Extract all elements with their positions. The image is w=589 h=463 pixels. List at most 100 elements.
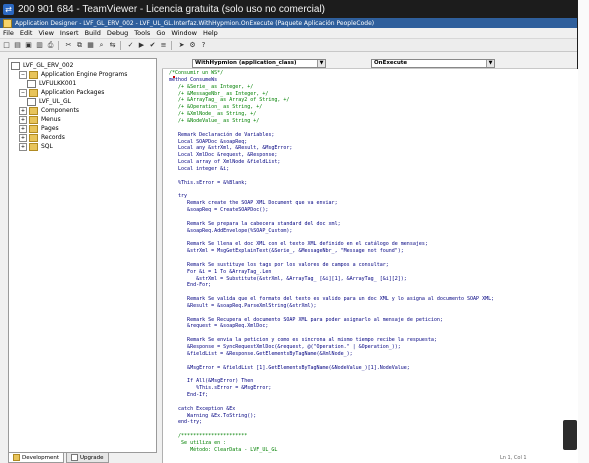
code-line: Local any &strXml, &Result, &MsgError;: [169, 145, 293, 152]
code-line: Remark Declaración de Variables;: [169, 131, 275, 138]
collapse-icon[interactable]: −: [19, 70, 27, 79]
collapse-icon[interactable]: −: [19, 88, 27, 97]
folder-icon: [29, 133, 38, 142]
menu-view[interactable]: View: [35, 29, 56, 37]
menu-window[interactable]: Window: [168, 29, 200, 37]
tree-item-label: Records: [41, 134, 65, 141]
code-line: End-If;: [169, 391, 209, 398]
code-line: Remark Se prepara la cabecera standard d…: [169, 220, 341, 227]
menu-tools[interactable]: Tools: [131, 29, 153, 37]
tree-item[interactable]: + Pages: [19, 124, 59, 133]
menu-file[interactable]: File: [0, 29, 17, 37]
expand-icon[interactable]: +: [19, 106, 27, 115]
folder-icon: [29, 70, 38, 79]
object-combo-value: WithHypmion (application_class): [195, 59, 297, 66]
tree-item[interactable]: LVFULKK001: [27, 79, 76, 88]
tree-item[interactable]: + Components: [19, 106, 79, 115]
tab-upgrade[interactable]: Upgrade: [66, 453, 109, 463]
code-line: Remark Se envia la peticion y como es si…: [169, 337, 437, 344]
code-line: For &i = 1 To &ArrayTag_.Len: [169, 268, 272, 275]
open-icon[interactable]: ▤: [13, 41, 22, 50]
event-combo[interactable]: OnExecute ▼: [371, 58, 495, 68]
chevron-down-icon[interactable]: ▼: [317, 59, 325, 67]
expand-icon[interactable]: +: [19, 115, 27, 124]
debug-icon[interactable]: ⚙: [188, 41, 197, 50]
menu-debug[interactable]: Debug: [104, 29, 131, 37]
new-icon[interactable]: □: [2, 41, 11, 50]
menu-bar: File Edit View Insert Build Debug Tools Go Windo…: [0, 28, 577, 39]
tree-item-label: Application Engine Programs: [41, 71, 128, 78]
validate-icon[interactable]: ✓: [126, 41, 135, 50]
tree-item-label: Menus: [41, 116, 61, 123]
development-icon: [13, 454, 20, 461]
code-line: try: [169, 193, 188, 200]
copy-icon[interactable]: ⧉: [75, 41, 84, 50]
teamviewer-icon: ⇄: [3, 3, 14, 15]
compare-icon[interactable]: ≡: [159, 41, 168, 50]
code-line: &fieldList = &Response.GetElementsByTagN…: [169, 350, 353, 357]
code-line: Remark Se llena el doc XML con el texto …: [169, 241, 428, 248]
cut-icon[interactable]: ✂: [64, 41, 73, 50]
window-title: Application Designer - LVF_GL_ERV_002 - …: [15, 19, 375, 27]
help-icon[interactable]: ?: [199, 41, 208, 50]
menu-insert[interactable]: Insert: [57, 29, 82, 37]
tree-item[interactable]: LVF_GL_ERV_002: [11, 61, 73, 70]
tab-label: Development: [22, 454, 60, 461]
tree-item[interactable]: + SQL: [19, 142, 53, 151]
code-line: &soapReq = CreateSOAPDoc();: [169, 207, 269, 213]
tree-item[interactable]: LVF_UL_GL: [27, 97, 71, 106]
code-line: Remark Se sustituye los tags por los val…: [169, 261, 389, 268]
expand-icon[interactable]: +: [19, 142, 27, 151]
tree-item-label: LVF_UL_GL: [39, 98, 71, 105]
application-designer-icon: [3, 18, 12, 28]
find-icon[interactable]: ⌕: [97, 41, 106, 50]
desktop-edge: [578, 0, 589, 463]
remote-control-panel-handle[interactable]: [563, 420, 577, 450]
event-combo-value: OnExecute: [374, 59, 408, 66]
code-line: &MsgError = &fieldList [1].GetElementsBy…: [169, 364, 410, 371]
menu-help[interactable]: Help: [200, 29, 221, 37]
code-line: Se utiliza en :: [169, 439, 227, 446]
folder-icon: [29, 106, 38, 115]
upgrade-icon: [71, 454, 79, 461]
toolbar-separator: [58, 40, 59, 50]
chevron-down-icon[interactable]: ▼: [486, 59, 494, 67]
code-line: Local integer &i;: [169, 165, 230, 172]
window-title-bar: Application Designer - LVF_GL_ERV_002 - …: [0, 18, 577, 28]
document-icon: [27, 97, 36, 106]
folder-icon: [29, 115, 38, 124]
menu-build[interactable]: Build: [82, 29, 104, 37]
expand-icon[interactable]: +: [19, 133, 27, 142]
project-tree[interactable]: LVF_GL_ERV_002− Application Engine Progra…: [8, 58, 157, 453]
code-line: end-try;: [169, 419, 203, 426]
run-icon[interactable]: ➤: [177, 41, 186, 50]
menu-go[interactable]: Go: [153, 29, 168, 37]
tree-item-label: Pages: [41, 125, 59, 132]
tree-item-label: LVFULKK001: [39, 80, 77, 87]
menu-edit[interactable]: Edit: [17, 29, 36, 37]
tree-item[interactable]: − Application Packages: [19, 88, 104, 97]
object-combo[interactable]: WithHypmion (application_class) ▼: [192, 58, 326, 68]
replace-icon[interactable]: ⇆: [108, 41, 117, 50]
code-editor[interactable]: /*Consumir un WS*/method ConsumeWs /+ &S…: [162, 69, 578, 463]
paste-icon[interactable]: ▦: [86, 41, 95, 50]
code-line: &soapReq.AddEnvelope(%SOAP_Custom);: [169, 227, 293, 234]
code-line: catch Exception &Ex: [169, 405, 236, 412]
code-line: &strXml = Substitute(&strXml, &ArrayTag_…: [169, 275, 407, 282]
code-line: End-For;: [169, 282, 212, 289]
save-icon[interactable]: ▣: [24, 41, 33, 50]
code-line: Local array of XmlNode &fieldList;: [169, 159, 281, 166]
tab-development[interactable]: Development: [8, 453, 65, 463]
status-position: Ln 1, Col 1: [500, 455, 527, 461]
tree-item[interactable]: − Application Engine Programs: [19, 70, 127, 79]
build-icon[interactable]: ▶: [137, 41, 146, 50]
save-all-icon[interactable]: ▥: [35, 41, 44, 50]
app-frame: ⇄ 200 901 684 - TeamViewer - Licencia gr…: [0, 0, 578, 463]
expand-icon[interactable]: +: [19, 124, 27, 133]
code-line: /+ &Serie_ as Integer, +/: [169, 83, 254, 90]
print-icon[interactable]: ⎙: [46, 41, 55, 50]
tree-item[interactable]: + Records: [19, 133, 65, 142]
document-icon: [11, 61, 20, 70]
tree-item[interactable]: + Menus: [19, 115, 61, 124]
check-icon[interactable]: ✔: [148, 41, 157, 50]
